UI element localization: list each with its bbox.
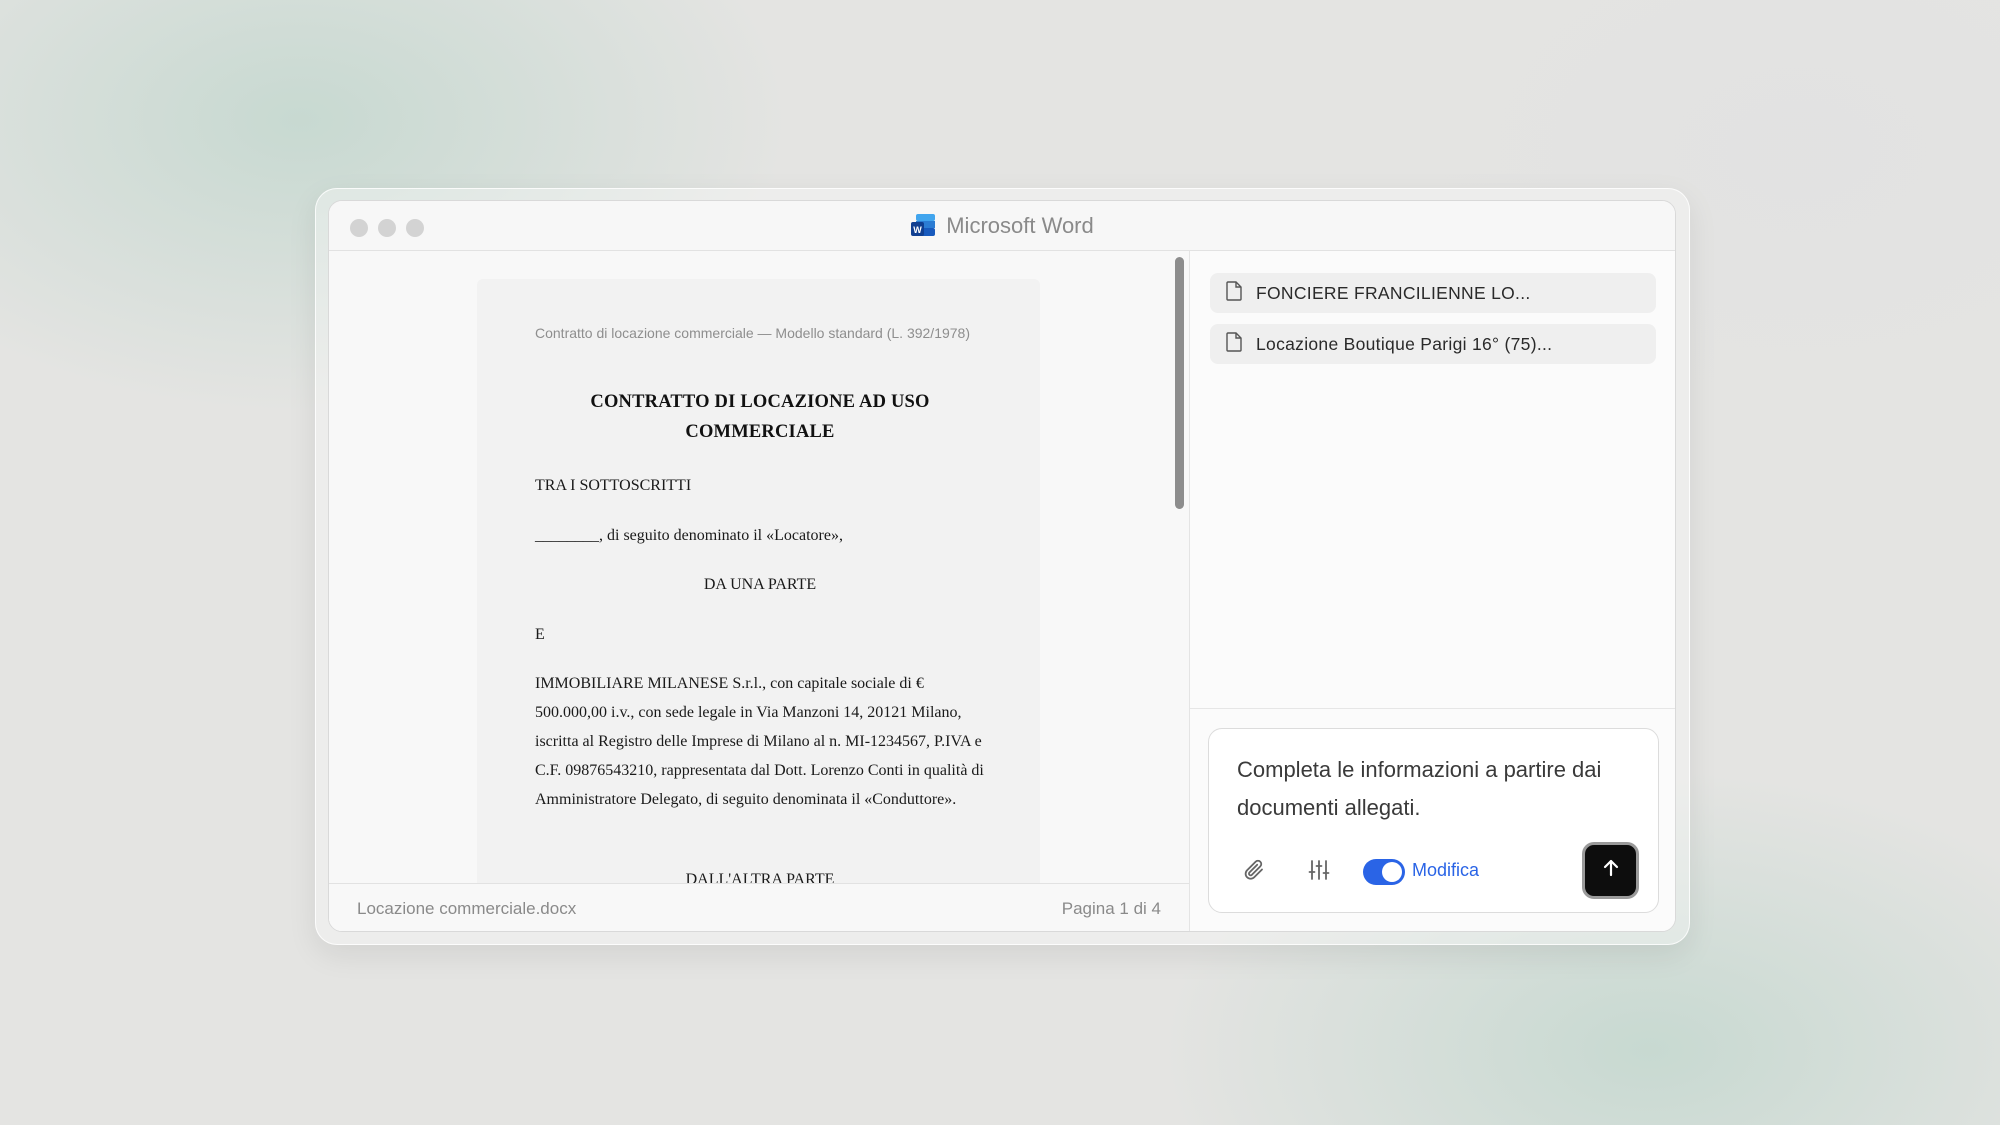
document-paragraph: DALL'ALTRA PARTE xyxy=(685,871,835,883)
app-window: W Microsoft Word Contratto di locazione … xyxy=(328,200,1676,932)
document-paragraph: ________, di seguito denominato il «Loca… xyxy=(535,527,843,544)
send-button[interactable] xyxy=(1582,842,1639,899)
document-page[interactable]: Contratto di locazione commerciale — Mod… xyxy=(477,279,1040,883)
toggle-knob xyxy=(1382,862,1402,882)
attachment-item[interactable]: FONCIERE FRANCILIENNE LO... xyxy=(1210,273,1656,313)
document-icon xyxy=(1226,280,1242,306)
prompt-composer: Completa le informazioni a partire dai d… xyxy=(1208,728,1659,913)
document-paragraph: IMMOBILIARE MILANESE S.r.l., con capital… xyxy=(535,675,984,808)
document-title: CONTRATTO DI LOCAZIONE AD USO COMMERCIAL… xyxy=(590,392,930,442)
window-title: Microsoft Word xyxy=(946,213,1094,238)
document-paragraph: E xyxy=(535,626,545,643)
prompt-input[interactable]: Completa le informazioni a partire dai d… xyxy=(1237,751,1637,827)
attachment-item[interactable]: Locazione Boutique Parigi 16° (75)... xyxy=(1210,324,1656,364)
document-paragraph: DA UNA PARTE xyxy=(703,576,817,593)
document-scrollbar[interactable] xyxy=(1175,257,1184,509)
document-filename: Locazione commerciale.docx xyxy=(357,898,577,918)
word-logo-icon: W xyxy=(910,213,936,239)
attachment-name: FONCIERE FRANCILIENNE LO... xyxy=(1256,282,1531,303)
document-header-note: Contratto di locazione commerciale — Mod… xyxy=(535,325,971,341)
composer-divider xyxy=(1190,708,1675,709)
sliders-icon xyxy=(1307,858,1331,887)
attach-file-button[interactable] xyxy=(1239,857,1269,887)
edit-mode-toggle[interactable] xyxy=(1363,859,1405,885)
attachment-name: Locazione Boutique Parigi 16° (75)... xyxy=(1256,333,1553,354)
arrow-up-icon xyxy=(1600,857,1622,884)
paperclip-icon xyxy=(1242,858,1266,887)
document-icon xyxy=(1226,331,1242,357)
document-pane: Contratto di locazione commerciale — Mod… xyxy=(329,251,1189,931)
document-scroll-area[interactable]: Contratto di locazione commerciale — Mod… xyxy=(329,251,1189,883)
assistant-pane: FONCIERE FRANCILIENNE LO... Locazione Bo… xyxy=(1190,251,1675,931)
window-title-group: W Microsoft Word xyxy=(329,201,1675,251)
status-bar: Locazione commerciale.docx Pagina 1 di 4 xyxy=(329,883,1189,931)
document-paragraph: TRA I SOTTOSCRITTI xyxy=(535,477,692,494)
edit-mode-label: Modifica xyxy=(1412,860,1480,880)
title-bar: W Microsoft Word xyxy=(329,201,1675,251)
settings-sliders-button[interactable] xyxy=(1304,857,1334,887)
svg-text:W: W xyxy=(913,225,922,235)
page-indicator: Pagina 1 di 4 xyxy=(1061,898,1161,918)
